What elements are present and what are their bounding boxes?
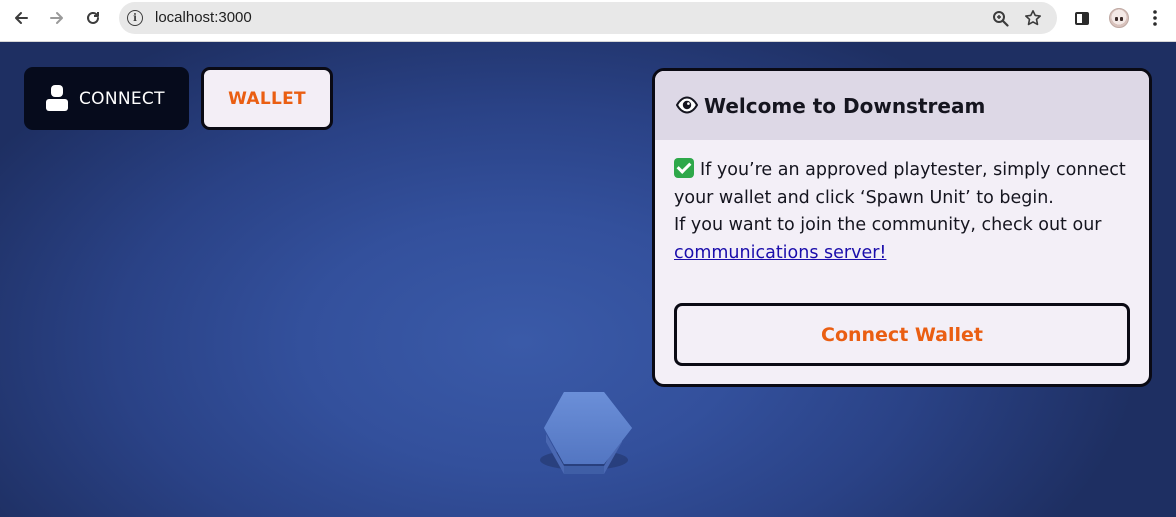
profile-avatar (1109, 8, 1129, 28)
hex-tile[interactable] (534, 388, 634, 474)
connect-wallet-button-label: Connect Wallet (821, 323, 983, 346)
address-bar[interactable]: i localhost:3000 (119, 2, 1057, 34)
star-icon[interactable] (1021, 7, 1045, 29)
wallet-button-label: WALLET (228, 88, 306, 109)
welcome-body: If you’re an approved playtester, simply… (674, 157, 1136, 267)
checkmark-icon (674, 158, 694, 178)
user-icon (46, 85, 68, 111)
more-vertical-icon (1153, 10, 1157, 26)
welcome-line-1: If you’re an approved playtester, simply… (674, 160, 1126, 208)
side-panel-icon (1075, 11, 1089, 25)
url-text[interactable]: localhost:3000 (155, 9, 252, 26)
info-icon[interactable]: i (127, 10, 143, 26)
zoom-icon[interactable] (988, 7, 1012, 29)
reload-icon (87, 11, 99, 24)
game-viewport[interactable]: CONNECT WALLET Welcome to Downstream If … (0, 42, 1176, 517)
arrow-right-icon (50, 12, 63, 24)
wallet-button[interactable]: WALLET (201, 67, 333, 130)
welcome-line-2: If you want to join the community, check… (674, 215, 1102, 235)
welcome-paragraph-2: If you want to join the community, check… (674, 212, 1136, 240)
eye-icon (676, 96, 698, 114)
profile-button[interactable] (1106, 6, 1132, 30)
connect-button-label: CONNECT (79, 89, 165, 109)
connect-wallet-button[interactable]: Connect Wallet (674, 303, 1130, 366)
side-panel-button[interactable] (1069, 6, 1095, 30)
arrow-left-icon (15, 12, 28, 24)
browser-menu-button[interactable] (1142, 6, 1168, 30)
welcome-panel: Welcome to Downstream If you’re an appro… (652, 68, 1152, 387)
forward-button[interactable] (43, 6, 71, 30)
back-button[interactable] (7, 6, 35, 30)
browser-toolbar: i localhost:3000 (0, 0, 1176, 42)
reload-button[interactable] (79, 6, 107, 30)
connect-button[interactable]: CONNECT (24, 67, 189, 130)
welcome-panel-header: Welcome to Downstream (655, 71, 1149, 140)
welcome-title: Welcome to Downstream (704, 94, 986, 118)
welcome-paragraph-1: If you’re an approved playtester, simply… (674, 157, 1136, 212)
communications-server-link[interactable]: communications server! (674, 243, 886, 263)
